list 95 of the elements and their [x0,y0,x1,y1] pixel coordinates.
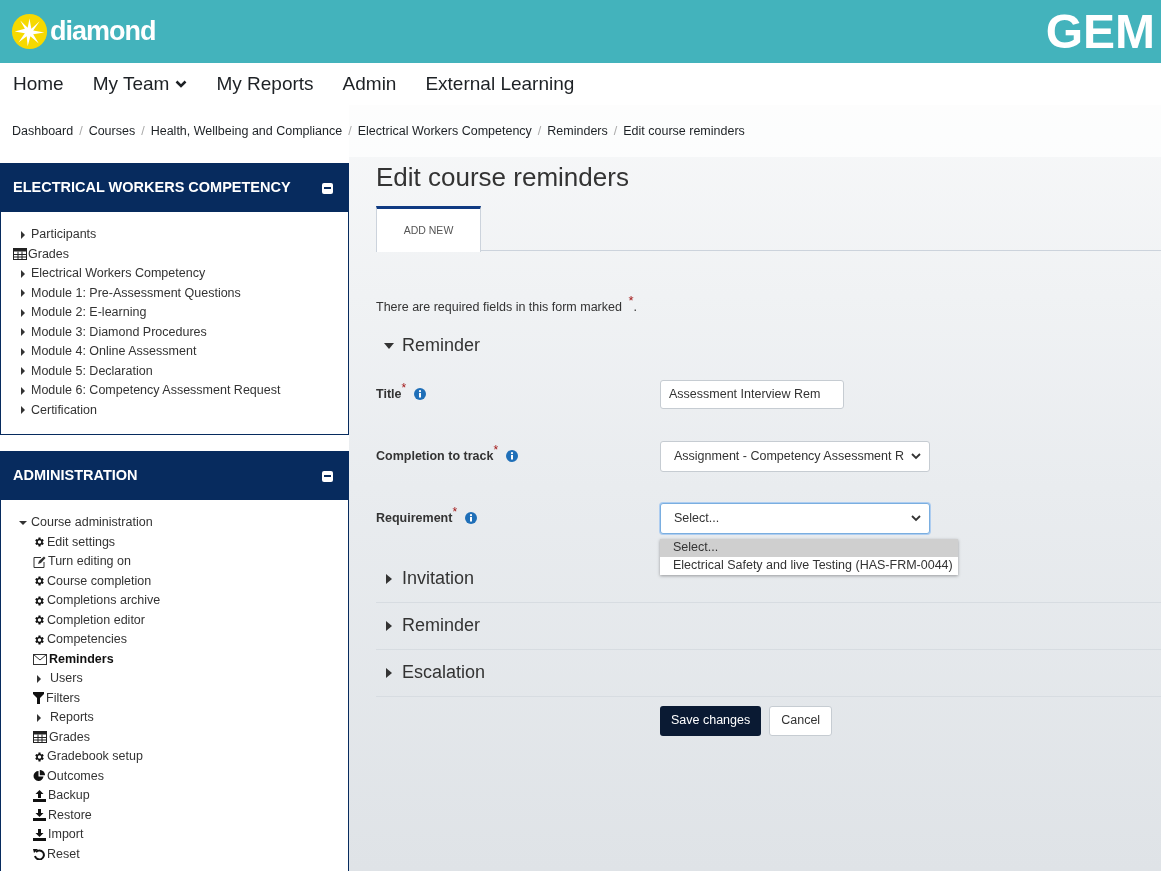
page-heading: Edit course reminders [376,161,630,193]
nav-link[interactable]: External Learning [425,69,575,99]
nav-link[interactable]: Home [13,69,64,99]
sidebar-link[interactable]: Module 5: Declaration [31,361,153,381]
section-toggle[interactable]: Invitation [384,565,475,593]
section-toggle[interactable]: Reminder [384,612,481,640]
sidebar-link[interactable]: Course administration [31,513,153,533]
nav-link[interactable]: My Reports [216,69,314,99]
sidebar-link[interactable]: Outcomes [47,766,104,786]
sidebar-link[interactable]: Import [48,825,84,845]
caret-right-icon [19,405,27,416]
breadcrumb-separator: / [78,122,84,140]
edit-icon [33,555,46,568]
gear-icon [33,536,45,549]
sidebar-link[interactable]: Reminders [49,649,114,669]
download-icon [33,828,46,841]
sidebar-link[interactable]: Filters [46,688,81,708]
text-field[interactable]: Assessment Interview Rem [660,379,844,409]
caret-right-icon [19,385,27,396]
info-icon [506,450,519,463]
breadcrumb-separator: / [536,122,543,140]
sidebar-link[interactable]: Module 1: Pre-Assessment Questions [31,283,241,303]
caret-right-icon [19,346,27,357]
sidebar-link[interactable]: Participants [31,225,97,245]
sidebar-link[interactable]: Completion editor [47,610,145,630]
select-field[interactable]: Select... [660,502,930,534]
upload-icon [33,789,46,802]
table-icon [33,731,47,744]
sidebar-link[interactable]: Module 2: E-learning [31,303,147,323]
collapse-icon[interactable] [322,470,333,482]
info-icon [414,388,427,401]
breadcrumb-link[interactable]: Dashboard [12,121,74,141]
sidebar-link[interactable]: Grades [49,727,90,747]
caret-right-icon [35,712,43,723]
sidebar-link[interactable]: Course completion [47,571,152,591]
sidebar-link[interactable]: Module 4: Online Assessment [31,342,197,362]
caret-right-icon [35,673,43,684]
sidebar-link[interactable]: Certification [31,400,97,420]
nav-link[interactable]: My Team [92,69,188,99]
section-toggle[interactable]: Reminder [384,332,481,360]
caret-right-icon [19,366,27,377]
caret-right-icon [19,229,27,240]
info-icon [465,512,478,525]
logo-icon [11,13,48,50]
breadcrumb-separator: / [612,122,619,140]
caret-right-icon [19,288,27,299]
save-button[interactable]: Save changes [660,705,762,736]
table-icon [13,248,27,261]
sidebar-link[interactable]: Reset [47,844,80,864]
nav-link[interactable]: Admin [342,69,397,99]
chevron-down-icon [911,452,921,460]
section-toggle[interactable]: Escalation [384,659,486,687]
sidebar-link[interactable]: Completions archive [47,591,161,611]
sidebar-link[interactable]: Module 3: Diamond Procedures [31,322,207,342]
filter-icon [33,692,44,705]
select-field[interactable]: Assignment - Competency Assessment R [660,440,930,472]
tab[interactable]: ADD NEW [376,206,481,252]
breadcrumb-link[interactable]: Courses [88,121,136,141]
sidebar-link[interactable]: Backup [48,786,90,806]
undo-icon [33,848,45,861]
caret-right-icon [19,327,27,338]
breadcrumb-link[interactable]: Electrical Workers Competency [357,121,532,141]
sidebar-link[interactable]: Module 6: Competency Assessment Request [31,381,281,401]
sidebar-link[interactable]: Electrical Workers Competency [31,264,206,284]
sidebar-link[interactable]: Restore [48,805,92,825]
breadcrumb-separator: / [347,122,353,140]
chevron-down-icon [911,514,921,522]
sidebar-link[interactable]: Edit settings [47,532,116,552]
block-title: ADMINISTRATION [13,466,138,486]
gear-icon [33,750,45,763]
caret-right-icon [19,307,27,318]
caret-right-icon [19,268,27,279]
download-icon [33,809,46,822]
chevron-down-icon [175,80,188,88]
collapse-icon[interactable] [322,182,333,194]
gear-icon [33,594,45,607]
logo-text: diamond [50,18,156,45]
cancel-button[interactable]: Cancel [769,705,833,736]
sidebar-link[interactable]: Grades [28,244,69,264]
breadcrumb-current: Edit course reminders [623,122,745,140]
sidebar-link[interactable]: Reports [50,708,94,728]
sidebar-link[interactable]: Competencies [47,630,127,650]
gear-icon [33,633,45,646]
gear-icon [33,575,45,588]
breadcrumb-link[interactable]: Reminders [547,121,608,141]
sidebar-link[interactable]: Users [50,669,83,689]
breadcrumb-link[interactable]: Health, Wellbeing and Compliance [150,121,343,141]
sidebar-link[interactable]: Turn editing on [48,552,131,572]
brand-title: GEM [1045,7,1155,56]
pie-chart-icon [33,770,45,783]
envelope-icon [33,653,47,665]
sidebar-link[interactable]: Gradebook setup [47,747,143,767]
block-title: ELECTRICAL WORKERS COMPETENCY [13,178,291,198]
breadcrumb-separator: / [140,122,146,140]
gear-icon [33,614,45,627]
